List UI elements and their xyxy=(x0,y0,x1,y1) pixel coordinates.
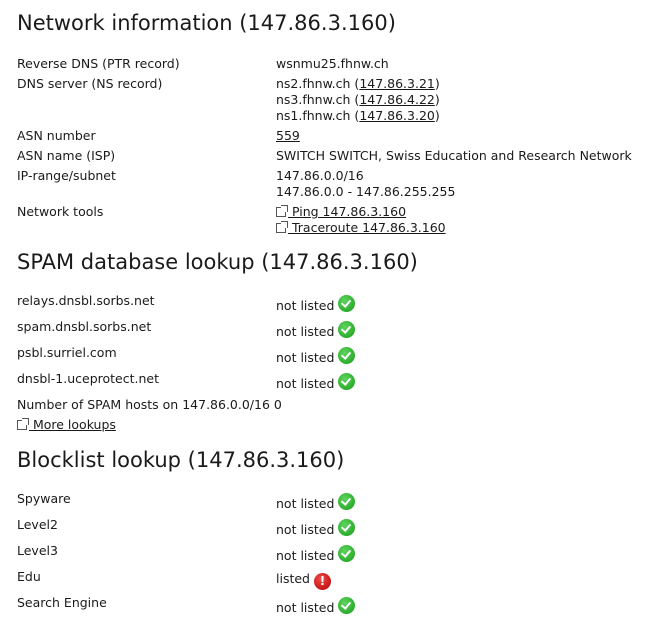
more-lookups-link[interactable]: More lookups xyxy=(29,417,116,432)
blocklist-row-name: Level3 xyxy=(17,543,58,558)
blocklist-row-name: Spyware xyxy=(17,491,71,506)
dns-server-2: ns3.fhnw.ch (147.86.4.22) xyxy=(276,92,440,107)
checkmark-icon xyxy=(338,321,356,338)
network-tools-label: Network tools xyxy=(17,204,104,219)
blocklist-heading: Blocklist lookup (147.86.3.160) xyxy=(17,448,345,472)
spam-row-name: relays.dnsbl.sorbs.net xyxy=(17,293,155,308)
checkmark-icon xyxy=(338,347,356,364)
ip-range-span: 147.86.0.0 - 147.86.255.255 xyxy=(276,184,456,199)
blocklist-row-name: Level2 xyxy=(17,517,58,532)
blocklist-row-status: listed! xyxy=(276,571,331,590)
blocklist-row-name: Edu xyxy=(17,569,41,584)
spam-row-status: not listed xyxy=(276,373,356,392)
spam-row-name: dnsbl-1.uceprotect.net xyxy=(17,371,159,386)
spam-row-status: not listed xyxy=(276,347,356,366)
dns-server-3-ip-link[interactable]: 147.86.3.20 xyxy=(359,108,435,123)
checkmark-icon xyxy=(338,597,356,614)
ip-range-cidr: 147.86.0.0/16 xyxy=(276,168,364,183)
external-link-icon xyxy=(276,205,288,217)
blocklist-row-name: Search Engine xyxy=(17,595,107,610)
checkmark-icon xyxy=(338,545,356,562)
spam-row-name: spam.dnsbl.sorbs.net xyxy=(17,319,152,334)
asn-name-value: SWITCH SWITCH, Swiss Education and Resea… xyxy=(276,148,632,163)
spam-lookup-heading: SPAM database lookup (147.86.3.160) xyxy=(17,250,418,274)
dns-server-1: ns2.fhnw.ch (147.86.3.21) xyxy=(276,76,440,91)
dns-server-1-ip-link[interactable]: 147.86.3.21 xyxy=(359,76,435,91)
spam-row-name: psbl.surriel.com xyxy=(17,345,117,360)
spam-hosts-count: Number of SPAM hosts on 147.86.0.0/16 0 xyxy=(17,397,282,412)
asn-number-link[interactable]: 559 xyxy=(276,128,300,143)
dns-server-label: DNS server (NS record) xyxy=(17,76,163,91)
ping-link[interactable]: Ping 147.86.3.160 xyxy=(288,204,406,219)
blocklist-row-status: not listed xyxy=(276,545,356,564)
more-lookups: More lookups xyxy=(17,417,116,433)
external-link-icon xyxy=(17,418,29,430)
checkmark-icon xyxy=(338,493,356,510)
asn-name-label: ASN name (ISP) xyxy=(17,148,116,163)
spam-row-status: not listed xyxy=(276,295,356,314)
ping-tool: Ping 147.86.3.160 xyxy=(276,204,406,220)
spam-row-status: not listed xyxy=(276,321,356,340)
checkmark-icon xyxy=(338,295,356,312)
reverse-dns-label: Reverse DNS (PTR record) xyxy=(17,56,180,71)
traceroute-link[interactable]: Traceroute 147.86.3.160 xyxy=(288,220,446,235)
blocklist-row-status: not listed xyxy=(276,519,356,538)
checkmark-icon xyxy=(338,373,356,390)
dns-server-3: ns1.fhnw.ch (147.86.3.20) xyxy=(276,108,440,123)
blocklist-row-status: not listed xyxy=(276,597,356,616)
reverse-dns-value: wsnmu25.fhnw.ch xyxy=(276,56,389,71)
asn-number-label: ASN number xyxy=(17,128,96,143)
asn-number-value: 559 xyxy=(276,128,300,144)
checkmark-icon xyxy=(338,519,356,536)
spam-hosts-value: 0 xyxy=(273,397,282,412)
dns-server-2-ip-link[interactable]: 147.86.4.22 xyxy=(359,92,435,107)
ip-range-label: IP-range/subnet xyxy=(17,168,116,183)
network-info-heading: Network information (147.86.3.160) xyxy=(17,11,396,35)
exclamation-icon: ! xyxy=(313,573,331,590)
traceroute-tool: Traceroute 147.86.3.160 xyxy=(276,220,446,236)
blocklist-row-status: not listed xyxy=(276,493,356,512)
external-link-icon xyxy=(276,221,288,233)
